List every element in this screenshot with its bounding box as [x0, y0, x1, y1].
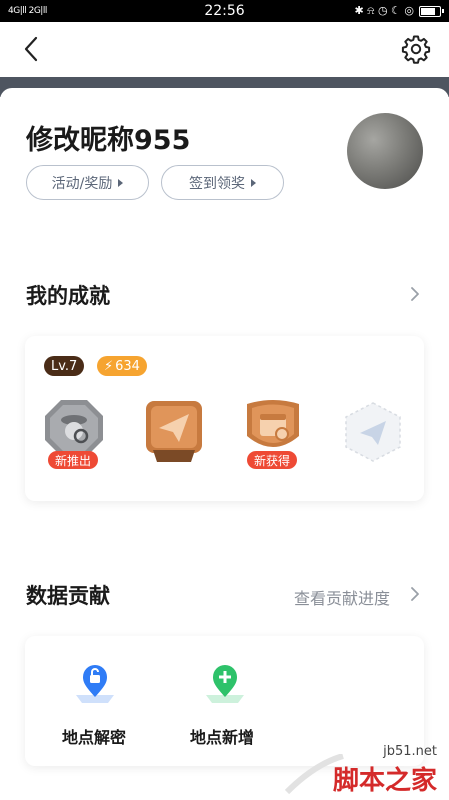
activity-reward-label: 活动/奖励 — [51, 175, 113, 192]
place-add-item[interactable] — [200, 665, 250, 705]
place-unlock-label: 地点解密 — [62, 728, 127, 747]
points-badge: ⚡ 634 — [97, 356, 147, 376]
triangle-right-icon — [118, 178, 124, 187]
chevron-left-icon — [24, 36, 38, 62]
lightning-icon: ⚡ — [104, 358, 114, 374]
add-pin-icon — [206, 665, 244, 703]
detective-badge-icon — [45, 400, 103, 456]
triangle-right-icon — [251, 178, 256, 187]
nickname[interactable]: 修改昵称955 — [26, 118, 190, 157]
badge-tag-obtained: 新获得 — [247, 451, 298, 469]
watermark: jb51.net 脚本之家 — [285, 744, 445, 796]
points-value: 634 — [115, 358, 140, 374]
badge-paper-plane[interactable] — [143, 398, 205, 468]
paper-plane-locked-badge-icon — [345, 402, 401, 462]
calendar-badge-icon — [247, 400, 299, 447]
paper-plane-badge-icon — [146, 401, 202, 462]
data-contribution-title: 数据贡献 — [26, 584, 110, 608]
status-bar: 4G|ll 2G|ll 22:56 ✱ ⍾ ◷ ☾ ◎ — [0, 0, 449, 22]
status-time: 22:56 — [204, 3, 245, 19]
place-unlock-item[interactable] — [70, 665, 120, 705]
activity-reward-button[interactable]: 活动/奖励 — [26, 165, 149, 200]
watermark-url: jb51.net — [383, 744, 437, 759]
level-badge: Lv.7 — [44, 356, 85, 376]
place-add-label: 地点新增 — [190, 728, 255, 747]
gear-icon — [401, 35, 431, 64]
achievements-title: 我的成就 — [26, 284, 110, 308]
watermark-text: 脚本之家 — [332, 766, 437, 796]
battery-icon — [419, 5, 444, 17]
avatar[interactable] — [347, 113, 423, 189]
checkin-reward-button[interactable]: 签到领奖 — [161, 165, 284, 200]
unlock-pin-icon — [76, 665, 114, 703]
view-progress-chevron-icon[interactable] — [408, 587, 422, 601]
achievements-chevron-icon[interactable] — [408, 287, 422, 301]
back-button[interactable] — [18, 34, 48, 64]
badge-locked[interactable] — [342, 401, 404, 471]
settings-button[interactable] — [401, 34, 431, 64]
checkin-reward-label: 签到领奖 — [189, 175, 245, 192]
badge-tag-new: 新推出 — [48, 451, 99, 469]
view-progress-link[interactable]: 查看贡献进度 — [294, 585, 390, 609]
status-icons: ✱ ⍾ ◷ ☾ ◎ — [354, 4, 444, 18]
signal-indicator: 4G|ll 2G|ll — [8, 6, 47, 16]
status-icons-text: ✱ ⍾ ◷ ☾ ◎ — [354, 4, 414, 17]
top-bar — [0, 22, 449, 77]
